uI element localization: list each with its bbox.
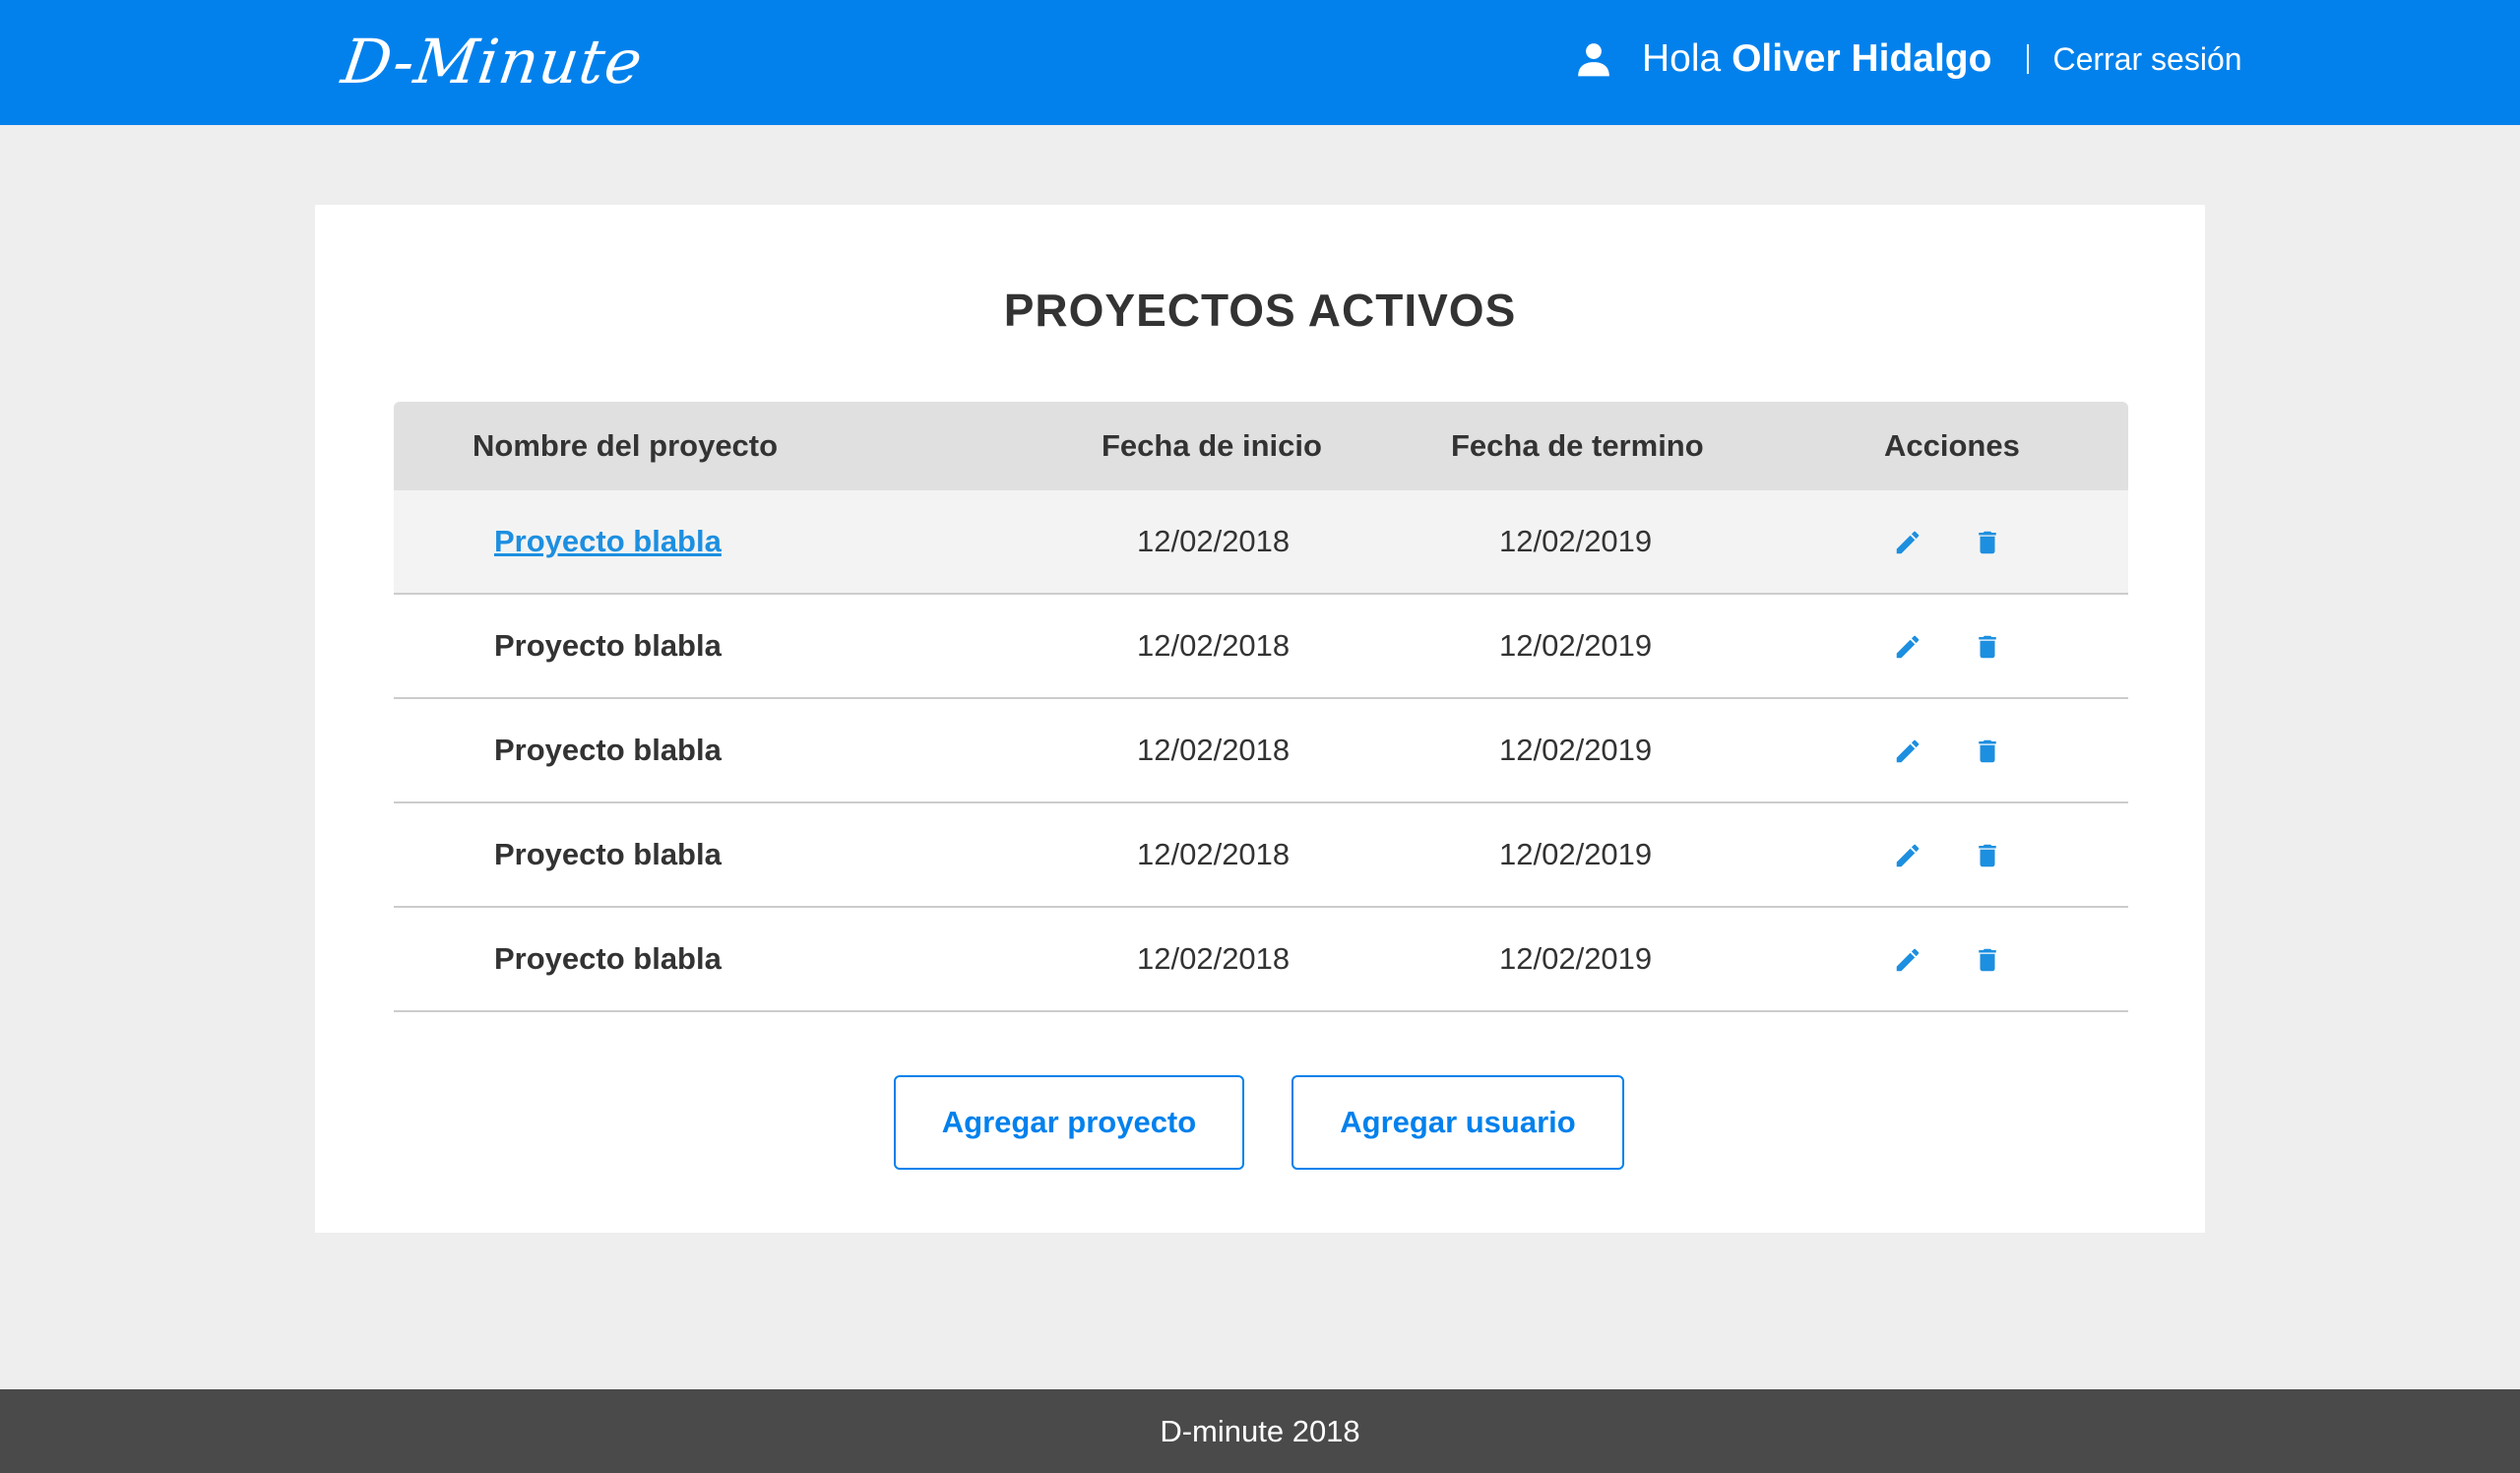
pencil-icon[interactable] xyxy=(1893,528,1922,557)
pencil-icon[interactable] xyxy=(1893,736,1922,766)
pencil-icon[interactable] xyxy=(1893,841,1922,870)
start-date: 12/02/2018 xyxy=(1137,837,1291,871)
greeting-text: Hola xyxy=(1642,37,1722,80)
end-date: 12/02/2019 xyxy=(1499,941,1653,976)
footer: D-minute 2018 xyxy=(0,1389,2520,1473)
table-row: Proyecto blabla 12/02/2018 12/02/2019 xyxy=(394,595,2128,699)
end-date: 12/02/2019 xyxy=(1499,524,1653,558)
add-project-button[interactable]: Agregar proyecto xyxy=(894,1075,1244,1170)
start-date: 12/02/2018 xyxy=(1137,628,1291,663)
page-title: PROYECTOS ACTIVOS xyxy=(1003,285,1517,336)
user-greeting: Hola Oliver Hidalgo xyxy=(1642,37,1991,81)
project-name[interactable]: Proyecto blabla xyxy=(494,908,722,1010)
end-date: 12/02/2019 xyxy=(1499,837,1653,871)
table-header: Nombre del proyecto Fecha de inicio Fech… xyxy=(394,402,2128,490)
user-area: Hola Oliver Hidalgo Cerrar sesión xyxy=(1575,30,2242,89)
user-icon[interactable] xyxy=(1575,38,1612,80)
end-date: 12/02/2019 xyxy=(1499,733,1653,767)
column-header-name: Nombre del proyecto xyxy=(472,428,779,463)
start-date: 12/02/2018 xyxy=(1137,524,1291,558)
app-logo[interactable]: D-Minute xyxy=(338,26,648,97)
end-date: 12/02/2019 xyxy=(1499,628,1653,663)
user-name: Oliver Hidalgo xyxy=(1732,37,1992,80)
trash-icon[interactable] xyxy=(1973,528,2002,557)
trash-icon[interactable] xyxy=(1973,841,2002,870)
table-row: Proyecto blabla 12/02/2018 12/02/2019 xyxy=(394,490,2128,595)
pencil-icon[interactable] xyxy=(1893,632,1922,662)
add-user-button[interactable]: Agregar usuario xyxy=(1292,1075,1624,1170)
table-row: Proyecto blabla 12/02/2018 12/02/2019 xyxy=(394,803,2128,908)
projects-table: Nombre del proyecto Fecha de inicio Fech… xyxy=(394,402,2128,1012)
column-header-start-date: Fecha de inicio xyxy=(1102,428,1322,463)
column-header-end-date: Fecha de termino xyxy=(1451,428,1704,463)
project-name-link[interactable]: Proyecto blabla xyxy=(494,490,722,593)
table-row: Proyecto blabla 12/02/2018 12/02/2019 xyxy=(394,908,2128,1012)
pencil-icon[interactable] xyxy=(1893,945,1922,975)
projects-card: PROYECTOS ACTIVOS Nombre del proyecto Fe… xyxy=(315,205,2205,1233)
project-name[interactable]: Proyecto blabla xyxy=(494,699,722,801)
top-navbar: D-Minute Hola Oliver Hidalgo Cerrar sesi… xyxy=(0,0,2520,125)
table-row: Proyecto blabla 12/02/2018 12/02/2019 xyxy=(394,699,2128,803)
trash-icon[interactable] xyxy=(1973,945,2002,975)
start-date: 12/02/2018 xyxy=(1137,733,1291,767)
column-header-actions: Acciones xyxy=(1884,428,2020,463)
project-name[interactable]: Proyecto blabla xyxy=(494,803,722,906)
start-date: 12/02/2018 xyxy=(1137,941,1291,976)
trash-icon[interactable] xyxy=(1973,736,2002,766)
trash-icon[interactable] xyxy=(1973,632,2002,662)
footer-text: D-minute 2018 xyxy=(1160,1414,1360,1448)
project-name[interactable]: Proyecto blabla xyxy=(494,595,722,697)
header-divider xyxy=(2027,44,2030,74)
logout-link[interactable]: Cerrar sesión xyxy=(2052,41,2241,78)
